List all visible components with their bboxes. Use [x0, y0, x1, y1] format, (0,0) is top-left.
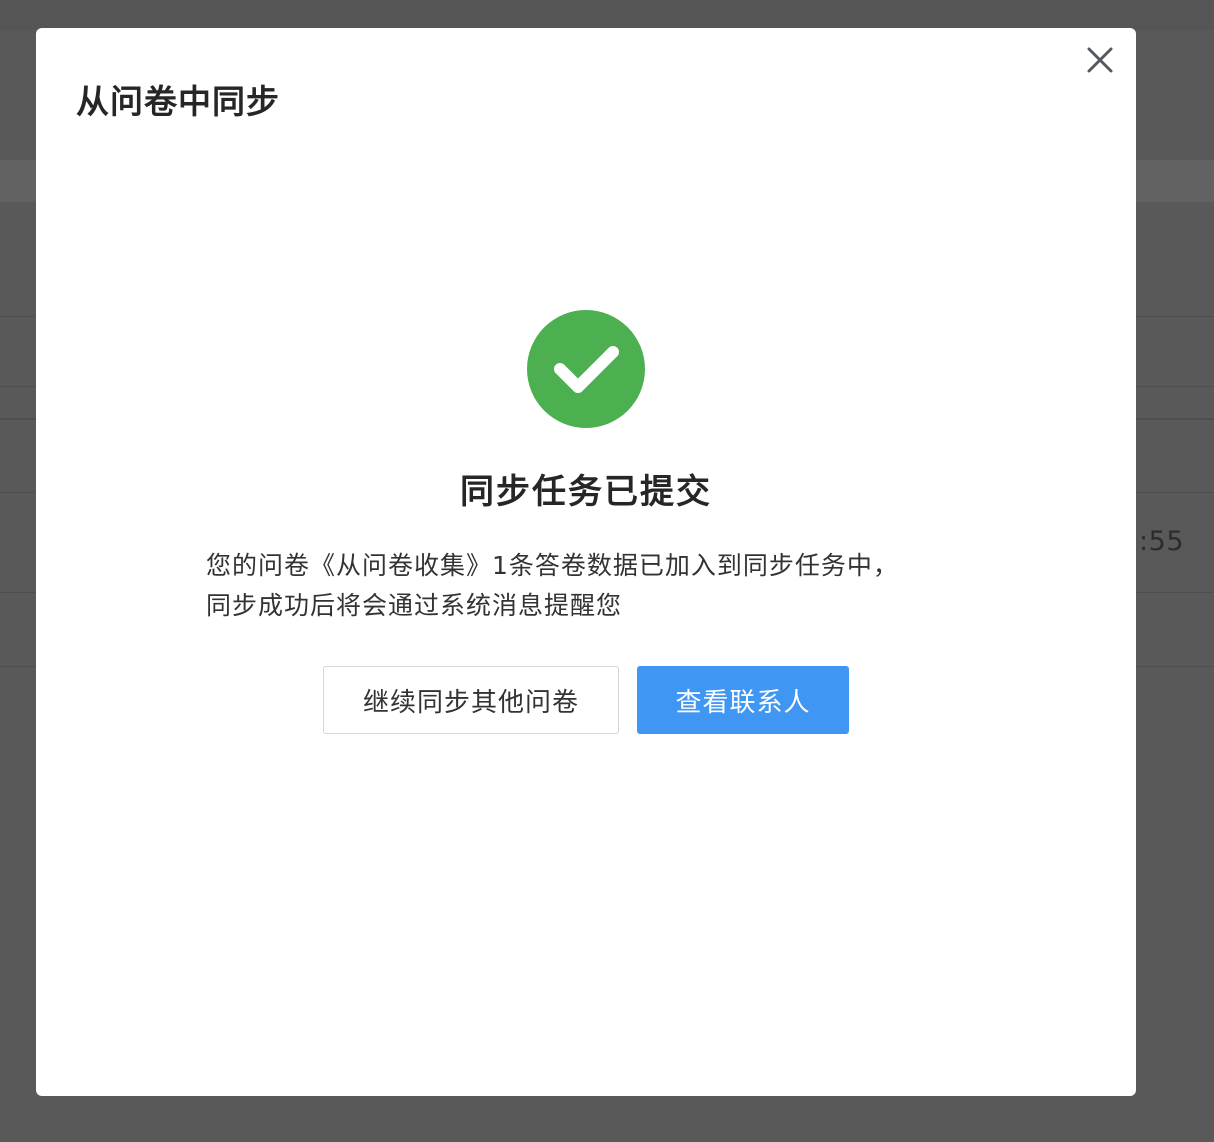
view-contacts-button[interactable]: 查看联系人 — [637, 666, 849, 734]
continue-sync-button[interactable]: 继续同步其他问卷 — [323, 666, 619, 734]
bg-header-strip — [0, 0, 1214, 30]
close-button[interactable] — [1082, 42, 1118, 78]
result-description-line: 同步成功后将会通过系统消息提醒您 — [206, 591, 623, 620]
close-icon — [1087, 47, 1113, 73]
result-title: 同步任务已提交 — [460, 472, 712, 512]
check-circle-icon — [527, 310, 645, 428]
dialog-title: 从问卷中同步 — [76, 82, 280, 121]
result-description: 您的问卷《从问卷收集》1条答卷数据已加入到同步任务中， 同步成功后将会通过系统消… — [206, 546, 966, 626]
sync-dialog: 从问卷中同步 同步任务已提交 您的问卷《从问卷收集》1条答卷数据已加入到同步任务… — [36, 28, 1136, 1096]
result-description-line: 您的问卷《从问卷收集》1条答卷数据已加入到同步任务中， — [206, 551, 899, 580]
